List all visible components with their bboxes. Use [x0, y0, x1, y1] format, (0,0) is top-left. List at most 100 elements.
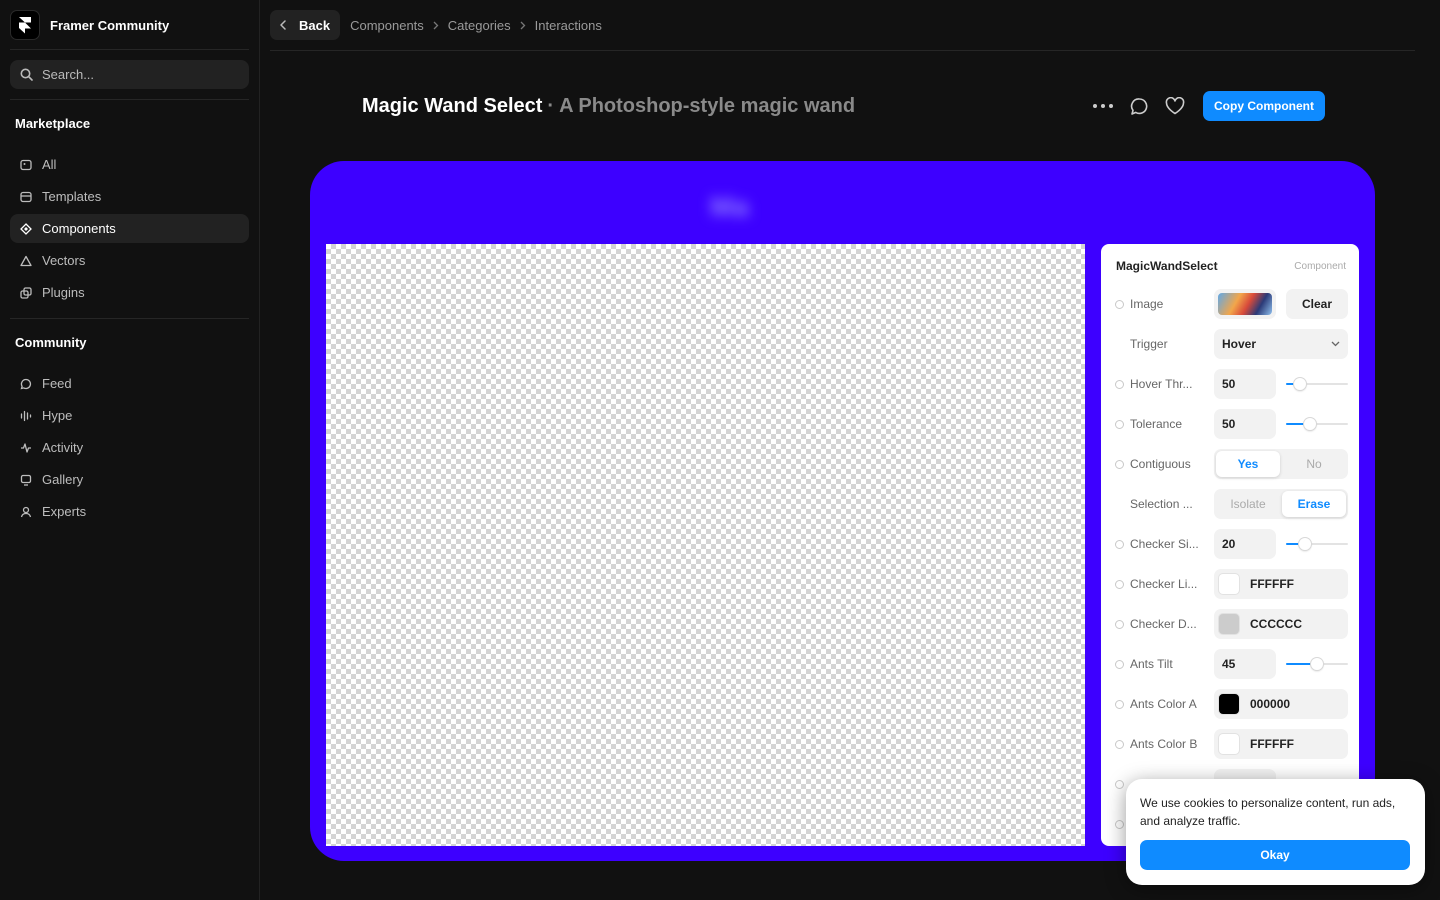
- option-isolate[interactable]: Isolate: [1216, 491, 1280, 517]
- header-actions: Copy Component: [1092, 91, 1325, 121]
- reset-dot-icon[interactable]: [1115, 419, 1124, 429]
- reset-dot-icon[interactable]: [1115, 379, 1124, 389]
- component-title: Magic Wand Select: [362, 94, 543, 117]
- brand[interactable]: Framer Community: [10, 10, 169, 40]
- prop-label: Tolerance: [1130, 417, 1183, 431]
- color-input[interactable]: FFFFFF: [1214, 729, 1348, 759]
- person-icon: [20, 506, 32, 518]
- search-icon: [20, 68, 33, 81]
- top-bar: Back Components Categories Interactions: [270, 10, 602, 40]
- option-no[interactable]: No: [1282, 451, 1346, 477]
- reset-dot-icon[interactable]: [1115, 819, 1124, 829]
- color-swatch[interactable]: [1218, 573, 1240, 595]
- color-input[interactable]: CCCCCC: [1214, 609, 1348, 639]
- option-yes[interactable]: Yes: [1216, 451, 1280, 477]
- slider[interactable]: [1286, 369, 1348, 399]
- prop-ants-color-a: Ants Color A 000000: [1115, 689, 1349, 719]
- bars-icon: [20, 410, 32, 422]
- sidebar-item-activity[interactable]: Activity: [10, 433, 249, 462]
- framer-logo-icon: [10, 10, 40, 40]
- breadcrumb: Components Categories Interactions: [350, 18, 602, 33]
- reset-dot-icon[interactable]: [1115, 539, 1124, 549]
- more-icon[interactable]: [1092, 95, 1114, 117]
- number-input[interactable]: 20: [1214, 529, 1276, 559]
- trigger-select[interactable]: Hover: [1214, 329, 1348, 359]
- reset-dot-icon[interactable]: [1115, 739, 1124, 749]
- sidebar-item-experts[interactable]: Experts: [10, 497, 249, 526]
- color-input[interactable]: 000000: [1214, 689, 1348, 719]
- reset-dot-icon[interactable]: [1115, 779, 1124, 789]
- reset-dot-icon[interactable]: [1115, 299, 1124, 309]
- sidebar-item-plugins[interactable]: Plugins: [10, 278, 249, 307]
- back-button[interactable]: Back: [270, 10, 341, 40]
- image-picker[interactable]: [1214, 289, 1276, 319]
- heart-icon[interactable]: [1164, 95, 1186, 117]
- color-swatch[interactable]: [1218, 613, 1240, 635]
- slider-knob[interactable]: [1293, 378, 1306, 390]
- panel-header: MagicWandSelect Component: [1116, 259, 1346, 273]
- slider-knob[interactable]: [1311, 658, 1323, 670]
- breadcrumb-components[interactable]: Components: [350, 18, 424, 33]
- slider[interactable]: [1286, 529, 1348, 559]
- property-panel: MagicWandSelect Component Image Clear Tr…: [1101, 244, 1359, 846]
- community-title: Community: [15, 335, 87, 350]
- reset-dot-icon[interactable]: [1115, 579, 1124, 589]
- sidebar-item-vectors[interactable]: Vectors: [10, 246, 249, 275]
- reset-dot-icon[interactable]: [1115, 459, 1124, 469]
- search-input[interactable]: [42, 67, 222, 82]
- color-swatch[interactable]: [1218, 693, 1240, 715]
- sidebar-item-components[interactable]: Components: [10, 214, 249, 243]
- breadcrumb-categories[interactable]: Categories: [448, 18, 511, 33]
- okay-button[interactable]: Okay: [1140, 840, 1410, 870]
- slider-knob[interactable]: [1303, 418, 1316, 430]
- reset-dot-icon[interactable]: [1115, 619, 1124, 629]
- number-input[interactable]: 50: [1214, 369, 1276, 399]
- comment-icon[interactable]: [1128, 95, 1150, 117]
- sidebar-item-label: Feed: [42, 376, 72, 391]
- color-value: 000000: [1250, 697, 1291, 711]
- color-value: FFFFFF: [1250, 737, 1294, 751]
- breadcrumb-interactions[interactable]: Interactions: [535, 18, 602, 33]
- option-erase[interactable]: Erase: [1282, 491, 1346, 517]
- prop-checker-light: Checker Li... FFFFFF: [1115, 569, 1349, 599]
- back-label: Back: [299, 17, 331, 33]
- chevron-right-icon: [520, 21, 526, 29]
- blurred-heading: Ma: [710, 191, 749, 222]
- prop-ants-color-b: Ants Color B FFFFFF: [1115, 729, 1349, 759]
- transparent-canvas[interactable]: [326, 244, 1085, 846]
- slider[interactable]: [1286, 409, 1348, 439]
- slider-knob[interactable]: [1298, 538, 1311, 550]
- select-value: Hover: [1222, 337, 1257, 351]
- reset-dot-icon[interactable]: [1115, 699, 1124, 709]
- slider[interactable]: [1286, 649, 1348, 679]
- sidebar-item-gallery[interactable]: Gallery: [10, 465, 249, 494]
- prop-trigger: Trigger Hover: [1115, 329, 1349, 359]
- gallery-icon: [20, 474, 32, 486]
- prop-checker-dark: Checker D... CCCCCC: [1115, 609, 1349, 639]
- number-input[interactable]: 50: [1214, 409, 1276, 439]
- sidebar-item-hype[interactable]: Hype: [10, 401, 249, 430]
- image-thumbnail: [1218, 293, 1272, 315]
- reset-dot-icon[interactable]: [1115, 659, 1124, 669]
- prop-label: Selection ...: [1130, 497, 1193, 511]
- clear-button[interactable]: Clear: [1286, 289, 1348, 319]
- title-separator: ·: [547, 94, 555, 117]
- search-box[interactable]: [10, 60, 249, 89]
- brand-name: Framer Community: [50, 17, 170, 33]
- color-value: CCCCCC: [1250, 617, 1302, 631]
- copy-component-button[interactable]: Copy Component: [1203, 91, 1325, 121]
- number-input[interactable]: 45: [1214, 649, 1276, 679]
- prop-contiguous: Contiguous Yes No: [1115, 449, 1349, 479]
- sidebar-item-feed[interactable]: Feed: [10, 369, 249, 398]
- sidebar-item-all[interactable]: All: [10, 150, 249, 179]
- pulse-icon: [20, 442, 32, 454]
- prop-label: Contiguous: [1130, 457, 1191, 471]
- color-swatch[interactable]: [1218, 733, 1240, 755]
- segmented-control: Isolate Erase: [1214, 489, 1348, 519]
- page-title: Magic Wand Select · A Photoshop-style ma…: [362, 92, 855, 120]
- prop-label: Ants Color B: [1130, 737, 1198, 751]
- divider: [10, 99, 249, 100]
- color-input[interactable]: FFFFFF: [1214, 569, 1348, 599]
- segmented-control: Yes No: [1214, 449, 1348, 479]
- sidebar-item-templates[interactable]: Templates: [10, 182, 249, 211]
